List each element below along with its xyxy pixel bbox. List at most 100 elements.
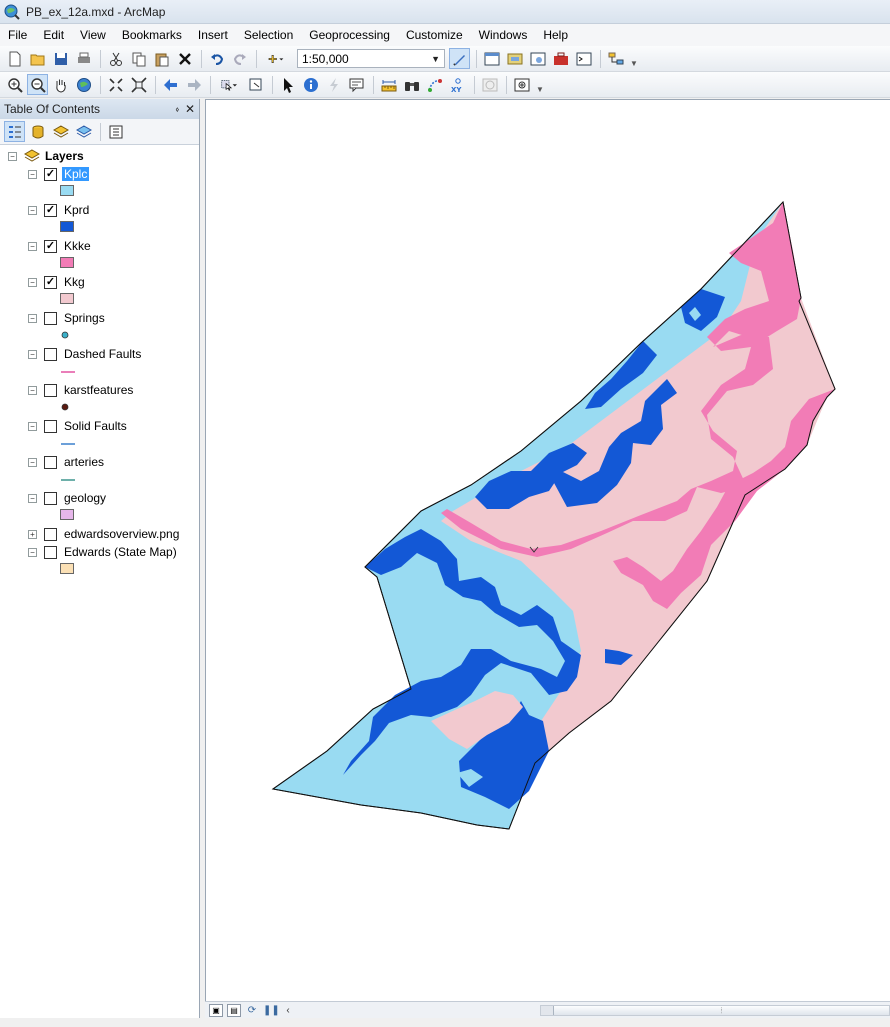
layer-expand-toggle[interactable]: + <box>28 530 37 539</box>
menu-windows[interactable]: Windows <box>471 24 536 46</box>
catalog-window-button[interactable] <box>504 48 525 69</box>
hyperlink-button[interactable] <box>323 74 344 95</box>
list-by-visibility-button[interactable] <box>50 121 71 142</box>
go-forward-button[interactable] <box>183 74 204 95</box>
layer-visibility-checkbox[interactable] <box>44 492 57 505</box>
list-by-source-button[interactable] <box>27 121 48 142</box>
collapse-root-toggle[interactable]: − <box>8 152 17 161</box>
toc-layer-item[interactable]: − ✓ Kkke <box>0 237 200 255</box>
layer-visibility-checkbox[interactable]: ✓ <box>44 204 57 217</box>
toc-layer-item[interactable]: − Solid Faults <box>0 417 200 435</box>
python-window-button[interactable] <box>573 48 594 69</box>
layer-visibility-checkbox[interactable]: ✓ <box>44 168 57 181</box>
arctoolbox-button[interactable] <box>550 48 571 69</box>
list-by-selection-button[interactable] <box>73 121 94 142</box>
editor-toolbar-button[interactable] <box>449 48 470 69</box>
go-back-button[interactable] <box>160 74 181 95</box>
layer-expand-toggle[interactable]: − <box>28 242 37 251</box>
new-document-button[interactable] <box>4 48 25 69</box>
time-slider-button[interactable] <box>479 74 500 95</box>
identify-button[interactable] <box>300 74 321 95</box>
map-scale-combo[interactable]: 1:50,000 ▼ <box>297 49 445 68</box>
paste-button[interactable] <box>151 48 172 69</box>
layer-expand-toggle[interactable]: − <box>28 170 37 179</box>
toc-options-button[interactable] <box>105 121 126 142</box>
layout-view-button[interactable]: ▤ <box>227 1003 241 1017</box>
scrollbar-thumb[interactable]: ⦙ <box>553 1006 889 1015</box>
open-button[interactable] <box>27 48 48 69</box>
layer-visibility-checkbox[interactable] <box>44 348 57 361</box>
save-button[interactable] <box>50 48 71 69</box>
layer-expand-toggle[interactable]: − <box>28 422 37 431</box>
menu-edit[interactable]: Edit <box>35 24 72 46</box>
list-by-drawing-order-button[interactable] <box>4 121 25 142</box>
refresh-icon[interactable]: ⟳ <box>245 1004 259 1017</box>
toc-layer-item[interactable]: − Dashed Faults <box>0 345 200 363</box>
toc-layer-item[interactable]: − Edwards (State Map) <box>0 543 200 561</box>
pan-button[interactable] <box>50 74 71 95</box>
undo-button[interactable] <box>206 48 227 69</box>
toc-root-layers[interactable]: − Layers <box>0 147 200 165</box>
layer-visibility-checkbox[interactable] <box>44 420 57 433</box>
pin-icon[interactable]: ⬫ <box>176 102 179 117</box>
toc-layer-item[interactable]: − arteries <box>0 453 200 471</box>
toc-layer-item[interactable]: + edwardsoverview.png <box>0 525 200 543</box>
find-button[interactable] <box>401 74 422 95</box>
html-popup-button[interactable] <box>346 74 367 95</box>
print-button[interactable] <box>73 48 94 69</box>
clear-selection-button[interactable] <box>245 74 266 95</box>
modelbuilder-button[interactable] <box>605 48 626 69</box>
full-extent-button[interactable] <box>73 74 94 95</box>
toolbar-options-grip[interactable]: ▼ <box>536 76 544 94</box>
data-view-button[interactable]: ▣ <box>209 1003 223 1017</box>
table-of-contents-button[interactable] <box>481 48 502 69</box>
redo-button[interactable] <box>229 48 250 69</box>
menu-file[interactable]: File <box>0 24 35 46</box>
toc-layer-item[interactable]: − karstfeatures <box>0 381 200 399</box>
select-features-button[interactable] <box>215 74 243 95</box>
scroll-left-icon[interactable]: ‹ <box>281 1004 295 1017</box>
search-window-button[interactable] <box>527 48 548 69</box>
layer-expand-toggle[interactable]: − <box>28 548 37 557</box>
menu-view[interactable]: View <box>72 24 114 46</box>
horizontal-scrollbar[interactable]: ⦙ <box>540 1005 890 1016</box>
menu-insert[interactable]: Insert <box>190 24 236 46</box>
pause-drawing-icon[interactable]: ❚❚ <box>263 1004 280 1017</box>
menu-selection[interactable]: Selection <box>236 24 301 46</box>
find-route-button[interactable] <box>424 74 445 95</box>
layer-expand-toggle[interactable]: − <box>28 314 37 323</box>
select-elements-button[interactable] <box>277 74 298 95</box>
fixed-zoom-out-button[interactable] <box>128 74 149 95</box>
layer-expand-toggle[interactable]: − <box>28 350 37 359</box>
go-to-xy-button[interactable]: XY <box>447 74 468 95</box>
copy-button[interactable] <box>128 48 149 69</box>
menu-bookmarks[interactable]: Bookmarks <box>114 24 190 46</box>
layer-visibility-checkbox[interactable] <box>44 546 57 559</box>
toc-layer-item[interactable]: − ✓ Kkg <box>0 273 200 291</box>
zoom-out-button[interactable] <box>27 74 48 95</box>
layer-visibility-checkbox[interactable] <box>44 312 57 325</box>
toc-layer-item[interactable]: − Springs <box>0 309 200 327</box>
layer-expand-toggle[interactable]: − <box>28 458 37 467</box>
measure-button[interactable] <box>378 74 399 95</box>
toolbar-options-grip[interactable]: ▼ <box>630 50 638 68</box>
layer-expand-toggle[interactable]: − <box>28 386 37 395</box>
layer-expand-toggle[interactable]: − <box>28 206 37 215</box>
menu-help[interactable]: Help <box>535 24 576 46</box>
layer-visibility-checkbox[interactable]: ✓ <box>44 240 57 253</box>
close-icon[interactable]: ✕ <box>185 102 195 117</box>
add-data-button[interactable] <box>261 48 291 69</box>
toc-layer-item[interactable]: − ✓ Kplc <box>0 165 200 183</box>
menu-geoprocessing[interactable]: Geoprocessing <box>301 24 398 46</box>
layer-expand-toggle[interactable]: − <box>28 278 37 287</box>
cut-button[interactable] <box>105 48 126 69</box>
map-display[interactable] <box>205 99 890 1001</box>
menu-customize[interactable]: Customize <box>398 24 471 46</box>
layer-visibility-checkbox[interactable] <box>44 456 57 469</box>
layer-expand-toggle[interactable]: − <box>28 494 37 503</box>
delete-button[interactable] <box>174 48 195 69</box>
zoom-in-button[interactable] <box>4 74 25 95</box>
create-viewer-window-button[interactable] <box>511 74 532 95</box>
layer-visibility-checkbox[interactable] <box>44 384 57 397</box>
layer-visibility-checkbox[interactable] <box>44 528 57 541</box>
